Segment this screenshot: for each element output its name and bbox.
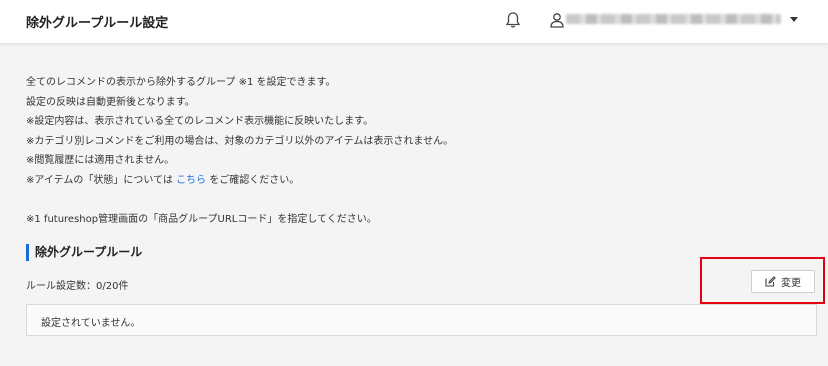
info-line: ※設定内容は、表示されている全てのレコメンド表示機能に反映いたします。: [26, 116, 374, 127]
info-text-block: 全てのレコメンドの表示から除外するグループ ※1 を設定できます。 設定の反映は…: [26, 73, 453, 229]
change-button-label: 変更: [781, 278, 801, 289]
info-line: ※閲覧履歴には適用されません。: [26, 155, 175, 166]
item-status-suffix: をご確認ください。: [206, 174, 300, 186]
item-status-line: ※アイテムの「状態」については こちら をご確認ください。: [26, 171, 453, 191]
item-status-prefix: ※アイテムの「状態」については: [26, 174, 177, 186]
bell-icon[interactable]: [505, 11, 521, 29]
rule-list-box: 設定されていません。: [26, 304, 817, 336]
info-line: ※カテゴリ別レコメンドをご利用の場合は、対象のカテゴリ以外のアイテムは表示されま…: [26, 135, 454, 147]
change-button[interactable]: 変更: [751, 270, 815, 293]
info-line: 設定の反映は自動更新後となります。: [26, 96, 195, 108]
user-name-blurred[interactable]: [566, 14, 781, 24]
info-line: 全てのレコメンドの表示から除外するグループ ※1 を設定できます。: [26, 77, 336, 88]
footnote: ※1 futureshop管理画面の「商品グループURLコード」を指定してくださ…: [26, 213, 377, 225]
user-icon[interactable]: [549, 12, 565, 28]
rule-count: ルール設定数：0/20件: [26, 281, 129, 292]
item-status-link[interactable]: こちら: [176, 175, 206, 186]
section-title: 除外グループルール: [26, 244, 142, 261]
top-header: 除外グループルール設定: [0, 0, 828, 43]
page-title: 除外グループルール設定: [26, 16, 169, 31]
caret-down-icon[interactable]: [790, 17, 798, 22]
edit-icon: [765, 276, 776, 287]
empty-message: 設定されていません。: [41, 318, 141, 329]
